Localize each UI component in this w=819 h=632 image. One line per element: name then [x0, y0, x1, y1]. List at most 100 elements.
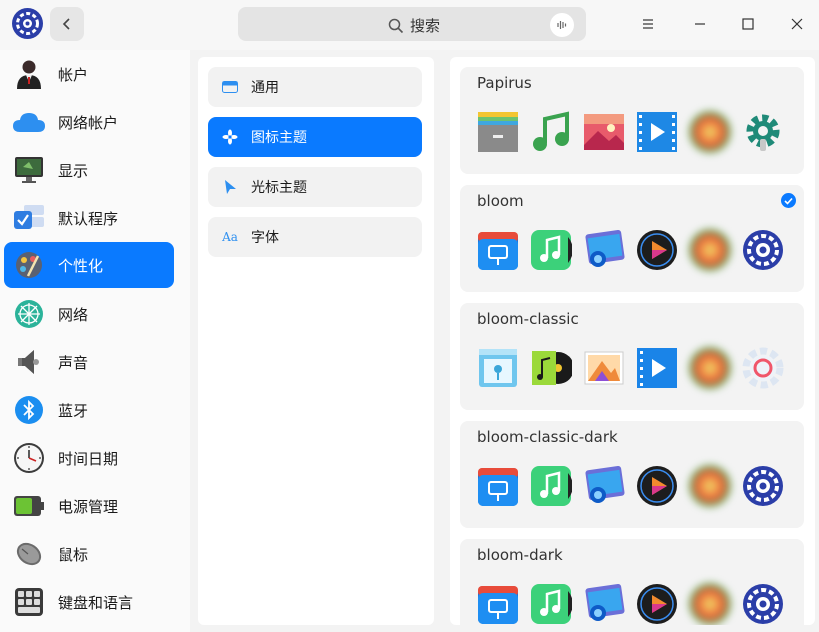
submenu-item-icon-theme[interactable]: 图标主题 — [208, 117, 422, 157]
image-viewer-icon — [582, 464, 625, 507]
browser-icon — [688, 110, 731, 153]
theme-card-papirus[interactable]: Papirus — [460, 67, 804, 174]
minimize-icon — [695, 23, 705, 25]
video-player-icon — [635, 110, 678, 153]
sidebar-item-sound[interactable]: 声音 — [4, 339, 174, 385]
sidebar-item-cloud-account[interactable]: 网络帐户 — [4, 99, 174, 145]
submenu-item-label: 图标主题 — [251, 130, 307, 146]
sidebar-item-label: 声音 — [58, 353, 89, 372]
default-apps-icon — [12, 201, 46, 235]
font-icon: Aa — [222, 230, 238, 244]
sidebar-item-display[interactable]: 显示 — [4, 147, 174, 193]
submenu-item-font[interactable]: Aa 字体 — [208, 217, 422, 257]
sidebar-item-personalization[interactable]: 个性化 — [4, 242, 174, 288]
settings-icon — [741, 228, 784, 271]
music-icon — [529, 228, 572, 271]
menu-button[interactable] — [636, 12, 660, 36]
file-manager-icon — [476, 582, 519, 625]
sidebar-item-label: 键盘和语言 — [58, 593, 134, 612]
file-manager-icon — [476, 228, 519, 271]
voice-input-button[interactable] — [550, 13, 574, 37]
theme-card-bloom-classic[interactable]: bloom-classic — [460, 303, 804, 410]
submenu-panel: 通用 图标主题 光标主题 Aa 字体 — [198, 57, 434, 625]
theme-preview-icons — [476, 110, 784, 153]
clock-icon — [12, 441, 46, 475]
file-manager-icon — [476, 346, 519, 389]
submenu-item-cursor-theme[interactable]: 光标主题 — [208, 167, 422, 207]
theme-preview-icons — [476, 346, 784, 389]
search-input[interactable]: 搜索 — [238, 7, 586, 41]
search-placeholder: 搜索 — [410, 17, 441, 35]
sidebar-item-keyboard[interactable]: 键盘和语言 — [4, 579, 174, 625]
sidebar-item-label: 鼠标 — [58, 545, 89, 564]
theme-card-bloom-classic-dark[interactable]: bloom-classic-dark — [460, 421, 804, 528]
theme-name: bloom-dark — [477, 546, 563, 564]
browser-icon — [688, 346, 731, 389]
image-viewer-icon — [582, 346, 625, 389]
settings-icon — [741, 464, 784, 507]
network-icon — [12, 297, 46, 331]
image-viewer-icon — [582, 110, 625, 153]
maximize-icon — [742, 18, 754, 30]
theme-list: Papirus bloom bloom-classic bloom-classi… — [450, 57, 815, 625]
maximize-button[interactable] — [736, 12, 760, 36]
app-logo-icon — [12, 8, 43, 39]
image-viewer-icon — [582, 228, 625, 271]
theme-name: Papirus — [477, 74, 532, 92]
selected-check-icon — [781, 193, 796, 208]
settings-icon — [741, 582, 784, 625]
display-icon — [12, 153, 46, 187]
sidebar-item-datetime[interactable]: 时间日期 — [4, 435, 174, 481]
minimize-button[interactable] — [688, 12, 712, 36]
sound-icon — [12, 345, 46, 379]
sidebar-item-label: 个性化 — [58, 256, 104, 275]
theme-preview-icons — [476, 582, 784, 625]
video-player-icon — [635, 346, 678, 389]
general-icon — [221, 78, 239, 96]
personalization-icon — [12, 248, 46, 282]
theme-name: bloom-classic — [477, 310, 579, 328]
sidebar-item-label: 默认程序 — [58, 209, 119, 228]
sidebar-item-account[interactable]: 帐户 — [4, 51, 174, 97]
sidebar-item-network[interactable]: 网络 — [4, 291, 174, 337]
sidebar-item-power[interactable]: 电源管理 — [4, 483, 174, 529]
sidebar-item-label: 帐户 — [58, 65, 89, 84]
sidebar-item-label: 网络帐户 — [58, 113, 119, 132]
submenu-item-label: 光标主题 — [251, 180, 307, 196]
back-icon — [62, 18, 70, 30]
icon-theme-icon — [221, 128, 239, 146]
account-icon — [12, 57, 46, 91]
theme-preview-icons — [476, 464, 784, 507]
sidebar-item-bluetooth[interactable]: 蓝牙 — [4, 387, 174, 433]
bluetooth-icon — [12, 393, 46, 427]
close-icon — [791, 18, 803, 30]
file-manager-icon — [476, 110, 519, 153]
music-icon — [529, 110, 572, 153]
theme-name: bloom-classic-dark — [477, 428, 618, 446]
submenu-item-label: 通用 — [251, 80, 279, 96]
submenu-item-general[interactable]: 通用 — [208, 67, 422, 107]
video-player-icon — [635, 228, 678, 271]
mouse-icon — [12, 537, 46, 571]
browser-icon — [688, 228, 731, 271]
cloud-icon — [12, 105, 46, 139]
close-button[interactable] — [785, 12, 809, 36]
title-bar: 搜索 — [0, 0, 819, 50]
sidebar-item-label: 时间日期 — [58, 449, 119, 468]
theme-name: bloom — [477, 192, 524, 210]
file-manager-icon — [476, 464, 519, 507]
menu-icon — [643, 19, 653, 29]
back-button[interactable] — [50, 7, 84, 41]
music-icon — [529, 346, 572, 389]
theme-preview-icons — [476, 228, 784, 271]
battery-icon — [12, 489, 46, 523]
theme-card-bloom[interactable]: bloom — [460, 185, 804, 292]
sidebar-item-mouse[interactable]: 鼠标 — [4, 531, 174, 577]
sidebar-item-label: 显示 — [58, 161, 89, 180]
sidebar: 帐户 网络帐户 显示 默认程序 个性化 网络 声音 蓝牙 时间日期 电源管理 鼠… — [0, 50, 190, 632]
sidebar-item-default-apps[interactable]: 默认程序 — [4, 195, 174, 241]
music-icon — [529, 582, 572, 625]
theme-card-bloom-dark[interactable]: bloom-dark — [460, 539, 804, 625]
image-viewer-icon — [582, 582, 625, 625]
voice-icon — [557, 21, 567, 29]
